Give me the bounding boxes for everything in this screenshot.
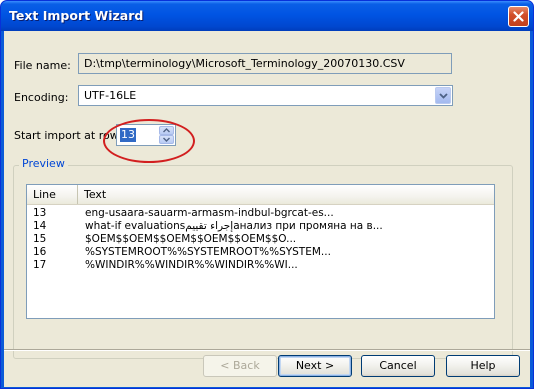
- window-title: Text Import Wizard: [9, 8, 144, 23]
- row-text: what-if evaluationsإجراء تقييمанализ при…: [85, 220, 383, 232]
- list-row[interactable]: 17 %WINDIR%%WINDIR%%WINDIR%%WI...: [27, 259, 494, 272]
- close-button[interactable]: [508, 6, 529, 27]
- file-name-label: File name:: [14, 59, 71, 72]
- chevron-down-icon: [439, 93, 448, 99]
- preview-caption: Preview: [19, 157, 68, 170]
- preview-list[interactable]: Line Text 13 eng-usaara-sauarm-armasm-in…: [26, 184, 495, 319]
- footer-divider: [4, 349, 530, 351]
- help-button[interactable]: Help: [446, 355, 520, 377]
- back-button[interactable]: < Back: [203, 355, 277, 377]
- row-line-number: 13: [33, 207, 47, 219]
- chevron-up-icon: [163, 128, 170, 133]
- row-text: %SYSTEMROOT%%SYSTEMROOT%%SYSTEM...: [85, 246, 331, 258]
- row-line-number: 17: [33, 259, 47, 271]
- spin-down-button[interactable]: [159, 135, 174, 144]
- start-row-spinner[interactable]: 13: [116, 124, 176, 146]
- row-line-number: 15: [33, 233, 47, 245]
- file-name-value: D:\tmp\terminology\Microsoft_Terminology…: [84, 57, 405, 70]
- file-name-field: D:\tmp\terminology\Microsoft_Terminology…: [78, 53, 452, 74]
- column-header-text[interactable]: Text: [78, 185, 494, 204]
- encoding-dropdown-button[interactable]: [435, 87, 451, 104]
- row-line-number: 14: [33, 220, 47, 232]
- next-button[interactable]: Next >: [278, 355, 352, 377]
- list-row[interactable]: 14 what-if evaluationsإجراء تقييمанализ …: [27, 220, 494, 233]
- text-import-wizard-window: Text Import Wizard File name: D:\tmp\ter…: [0, 0, 534, 389]
- chevron-down-icon: [163, 137, 170, 142]
- encoding-select[interactable]: UTF-16LE: [78, 85, 453, 106]
- start-row-value[interactable]: 13: [120, 128, 136, 142]
- row-text: eng-usaara-sauarm-armasm-indbul-bgrcat-e…: [85, 207, 334, 219]
- column-header-line[interactable]: Line: [27, 185, 78, 204]
- row-text: $OEM$$OEM$$OEM$$OEM$$OEM$$O...: [85, 233, 297, 245]
- encoding-value: UTF-16LE: [84, 89, 137, 102]
- list-header: Line Text: [27, 185, 494, 205]
- spin-up-button[interactable]: [159, 126, 174, 135]
- start-row-label: Start import at row:: [14, 129, 122, 142]
- encoding-label: Encoding:: [14, 91, 69, 104]
- list-row[interactable]: 13 eng-usaara-sauarm-armasm-indbul-bgrca…: [27, 207, 494, 220]
- row-text: %WINDIR%%WINDIR%%WINDIR%%WI...: [85, 259, 298, 271]
- dialog-body: File name: D:\tmp\terminology\Microsoft_…: [4, 31, 530, 387]
- list-row[interactable]: 15 $OEM$$OEM$$OEM$$OEM$$OEM$$O...: [27, 233, 494, 246]
- row-line-number: 16: [33, 246, 47, 258]
- cancel-button[interactable]: Cancel: [361, 355, 435, 377]
- list-row[interactable]: 16 %SYSTEMROOT%%SYSTEMROOT%%SYSTEM...: [27, 246, 494, 259]
- title-bar[interactable]: Text Import Wizard: [1, 1, 533, 31]
- close-icon: [513, 11, 524, 22]
